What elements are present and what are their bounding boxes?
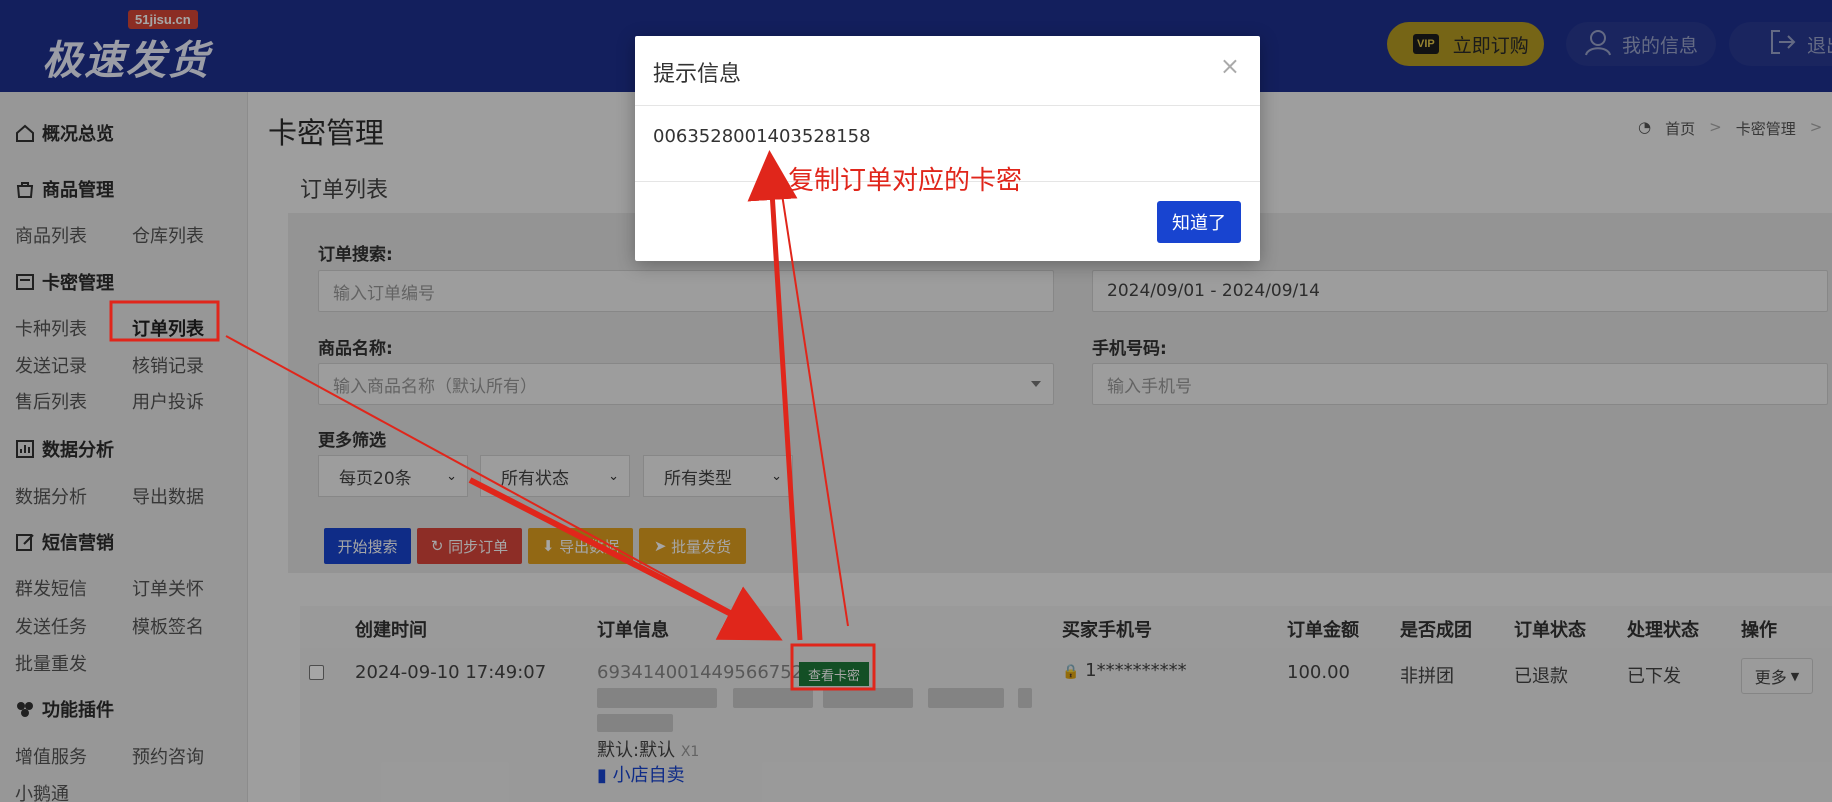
annotation-arrow-thin [225,335,779,638]
annotation-layer [109,150,876,691]
app-root: 极速发货 51jisu.cn VIP 立即订购 我的信息 退出 概况总览 商品管… [0,0,1832,802]
highlight-box-view-card [790,643,876,691]
annotation-arrow-thick [468,477,783,641]
annotation-arrow-up-thick [747,150,803,641]
highlight-box-order-list [109,300,220,342]
annotation-arrow-up-thin [777,167,849,627]
annotation-text: 复制订单对应的卡密 [788,166,1023,196]
